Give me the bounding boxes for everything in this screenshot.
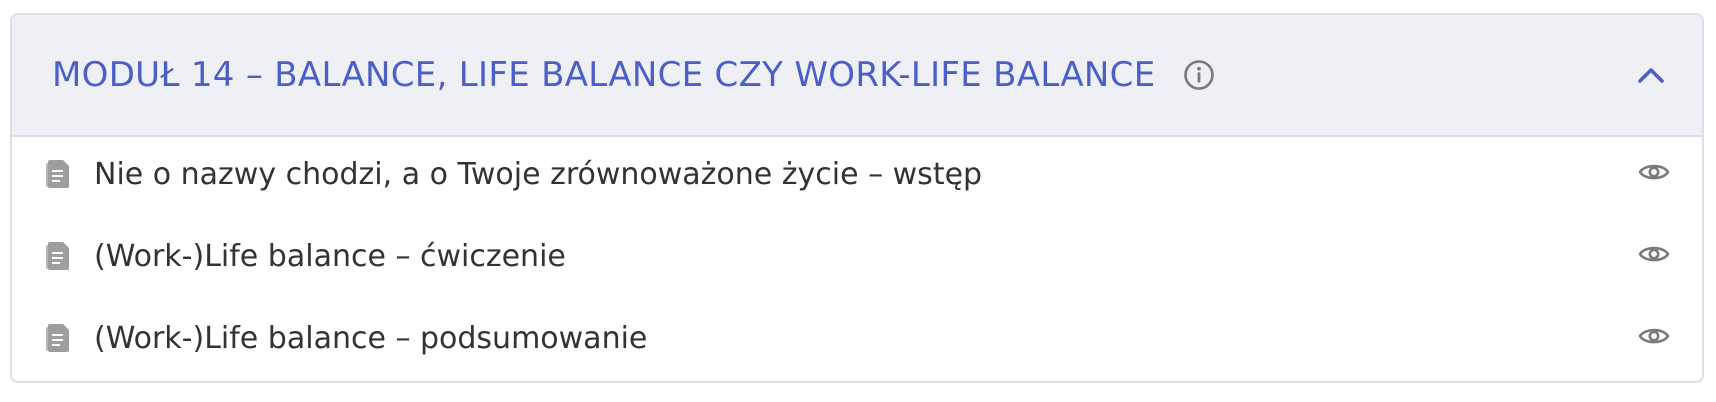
document-icon bbox=[46, 241, 70, 271]
eye-icon[interactable] bbox=[1638, 160, 1670, 184]
module-title: MODUŁ 14 – BALANCE, LIFE BALANCE CZY WOR… bbox=[52, 55, 1156, 95]
eye-icon[interactable] bbox=[1638, 242, 1670, 266]
chevron-up-icon[interactable] bbox=[1636, 60, 1666, 90]
document-icon bbox=[46, 323, 70, 353]
course-module: MODUŁ 14 – BALANCE, LIFE BALANCE CZY WOR… bbox=[10, 13, 1704, 383]
lesson-item[interactable]: Nie o nazwy chodzi, a o Twoje zrównoważo… bbox=[12, 133, 1702, 215]
lesson-list: Nie o nazwy chodzi, a o Twoje zrównoważo… bbox=[12, 133, 1702, 379]
lesson-item[interactable]: (Work-)Life balance – ćwiczenie bbox=[12, 215, 1702, 297]
eye-icon[interactable] bbox=[1638, 324, 1670, 348]
info-icon[interactable] bbox=[1182, 58, 1216, 92]
document-icon bbox=[46, 159, 70, 189]
module-header[interactable]: MODUŁ 14 – BALANCE, LIFE BALANCE CZY WOR… bbox=[12, 15, 1702, 137]
lesson-item[interactable]: (Work-)Life balance – podsumowanie bbox=[12, 297, 1702, 379]
lesson-title: Nie o nazwy chodzi, a o Twoje zrównoważo… bbox=[94, 156, 983, 192]
lesson-title: (Work-)Life balance – podsumowanie bbox=[94, 320, 648, 356]
lesson-title: (Work-)Life balance – ćwiczenie bbox=[94, 238, 566, 274]
